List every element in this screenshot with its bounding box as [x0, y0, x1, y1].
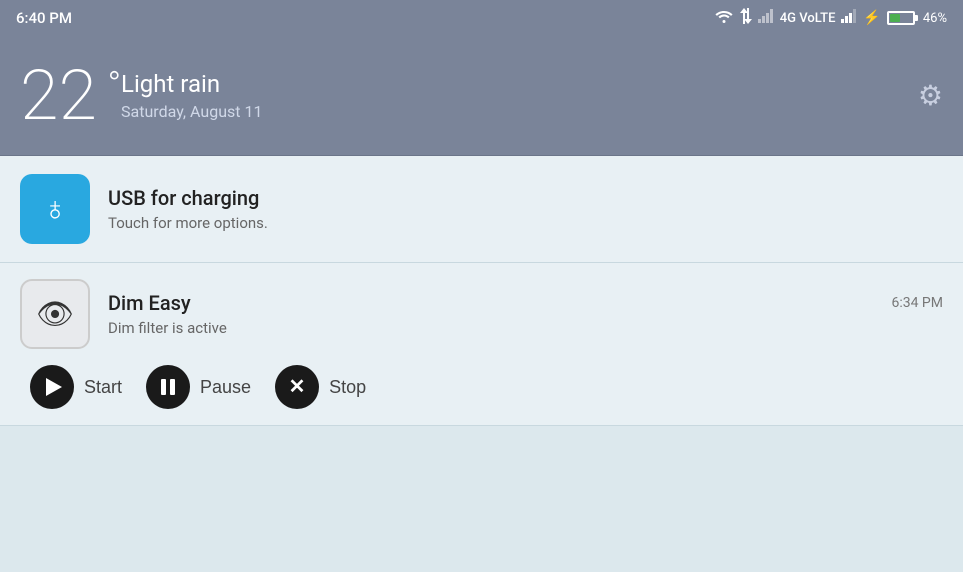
signal-icon-2 [841, 9, 857, 27]
pause-button[interactable]: Pause [146, 365, 251, 409]
status-time: 6:40 PM [16, 9, 72, 27]
notifications-area: ♁ USB for charging Touch for more option… [0, 156, 963, 426]
stop-label: Stop [329, 377, 366, 398]
status-icons: 4G VoLTE ⚡ 46% [714, 8, 947, 28]
weather-info: Light rain Saturday, August 11 [121, 70, 918, 121]
charging-icon: ⚡ [863, 10, 880, 26]
action-buttons: Start Pause ✕ Stop [20, 365, 943, 409]
pause-icon [161, 379, 175, 395]
usb-notification-text: USB for charging Touch for more options. [108, 186, 943, 232]
signal-icon [758, 9, 774, 27]
start-button[interactable]: Start [30, 365, 122, 409]
dim-easy-subtitle: Dim filter is active [108, 319, 943, 337]
stop-icon: ✕ [289, 377, 306, 397]
usb-notification[interactable]: ♁ USB for charging Touch for more option… [0, 156, 963, 263]
dim-easy-icon-container: 👁 [20, 279, 90, 349]
dim-easy-notification[interactable]: 👁 Dim Easy 6:34 PM Dim filter is active … [0, 263, 963, 426]
battery-fill [890, 14, 900, 22]
weather-temperature: 22° [20, 61, 97, 131]
play-icon-container [30, 365, 74, 409]
weather-date: Saturday, August 11 [121, 102, 918, 121]
start-label: Start [84, 377, 122, 398]
usb-notification-subtitle: Touch for more options. [108, 214, 943, 232]
pause-label: Pause [200, 377, 251, 398]
battery-indicator: 46% [887, 11, 947, 26]
data-transfer-icon [740, 8, 752, 28]
play-icon [46, 378, 62, 396]
stop-icon-container: ✕ [275, 365, 319, 409]
eye-icon: 👁 [36, 297, 74, 332]
battery-icon [887, 11, 915, 25]
dim-easy-top: 👁 Dim Easy 6:34 PM Dim filter is active [20, 279, 943, 349]
wifi-icon [714, 9, 734, 27]
status-bar: 6:40 PM 4G VoLTE [0, 0, 963, 36]
settings-icon[interactable]: ⚙ [918, 79, 943, 112]
usb-icon: ♁ [42, 189, 68, 229]
stop-button[interactable]: ✕ Stop [275, 365, 366, 409]
usb-notification-title: USB for charging [108, 186, 943, 210]
network-label: 4G VoLTE [780, 11, 836, 26]
weather-condition: Light rain [121, 70, 918, 98]
degree-symbol: ° [107, 67, 121, 103]
dim-easy-title: Dim Easy [108, 291, 191, 315]
weather-panel: 22° Light rain Saturday, August 11 ⚙ [0, 36, 963, 156]
usb-icon-container: ♁ [20, 174, 90, 244]
dim-easy-info: Dim Easy 6:34 PM Dim filter is active [108, 291, 943, 337]
dim-easy-time: 6:34 PM [891, 295, 943, 311]
battery-percent: 46% [923, 11, 947, 26]
pause-icon-container [146, 365, 190, 409]
dim-easy-header: Dim Easy 6:34 PM [108, 291, 943, 315]
